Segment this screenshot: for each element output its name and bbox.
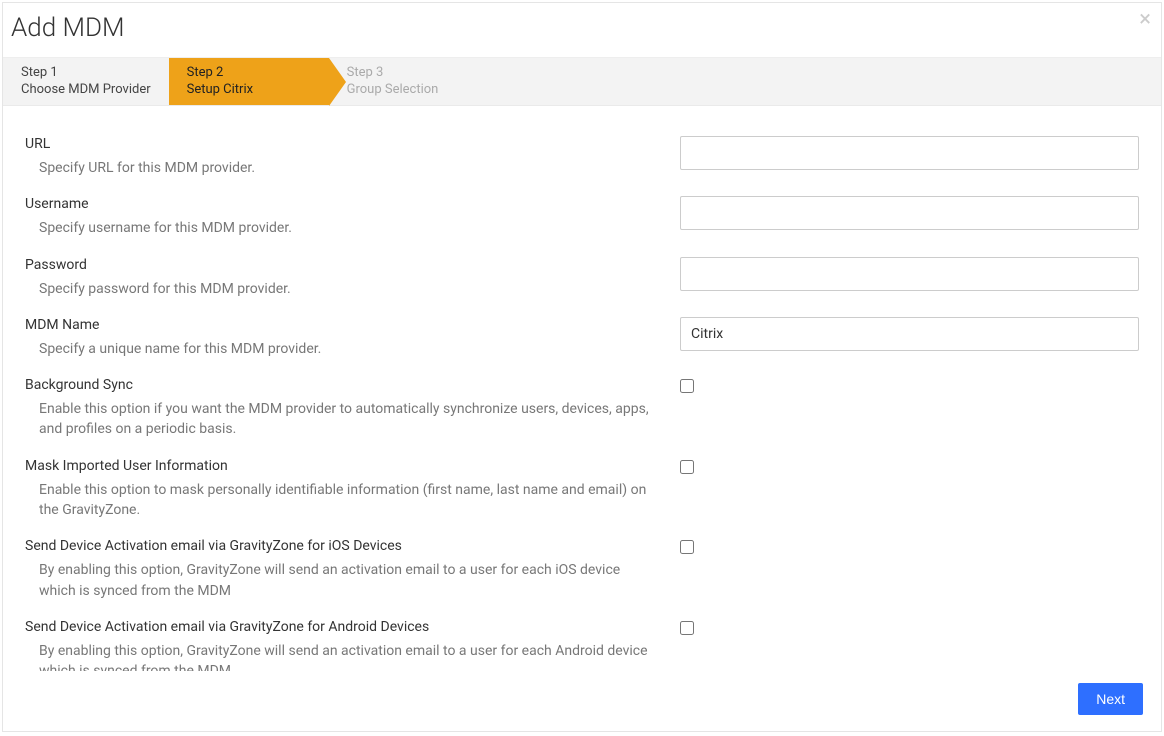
mask-user-checkbox[interactable] (680, 460, 694, 474)
label-activation-android: Send Device Activation email via Gravity… (25, 619, 660, 635)
modal-title: Add MDM (11, 13, 1147, 43)
row-mdm-name: MDM Name Specify a unique name for this … (25, 317, 1139, 359)
close-icon[interactable]: × (1139, 9, 1151, 31)
label-username: Username (25, 196, 660, 212)
desc-mdm-name: Specify a unique name for this MDM provi… (25, 339, 660, 359)
label-mask-user: Mask Imported User Information (25, 458, 660, 474)
mdm-name-input[interactable] (680, 317, 1139, 351)
add-mdm-modal: Add MDM × Step 1 Choose MDM Provider Ste… (2, 2, 1162, 732)
desc-password: Specify password for this MDM provider. (25, 279, 660, 299)
step-number: Step 2 (187, 65, 311, 81)
next-button[interactable]: Next (1078, 683, 1143, 715)
label-url: URL (25, 136, 660, 152)
desc-mask-user: Enable this option to mask personally id… (25, 480, 660, 521)
row-mask-user: Mask Imported User Information Enable th… (25, 458, 1139, 521)
step-group-selection[interactable]: Step 3 Group Selection (329, 58, 489, 105)
desc-url: Specify URL for this MDM provider. (25, 158, 660, 178)
row-activation-ios: Send Device Activation email via Gravity… (25, 538, 1139, 601)
activation-android-checkbox[interactable] (680, 621, 694, 635)
modal-header: Add MDM × (3, 3, 1161, 58)
password-input[interactable] (680, 257, 1139, 291)
step-setup-citrix[interactable]: Step 2 Setup Citrix (169, 58, 329, 105)
step-number: Step 3 (347, 65, 471, 81)
label-background-sync: Background Sync (25, 377, 660, 393)
step-label: Setup Citrix (187, 82, 311, 98)
wizard-stepper: Step 1 Choose MDM Provider Step 2 Setup … (3, 58, 1161, 106)
row-background-sync: Background Sync Enable this option if yo… (25, 377, 1139, 440)
label-mdm-name: MDM Name (25, 317, 660, 333)
row-activation-android: Send Device Activation email via Gravity… (25, 619, 1139, 671)
row-username: Username Specify username for this MDM p… (25, 196, 1139, 238)
row-password: Password Specify password for this MDM p… (25, 257, 1139, 299)
activation-ios-checkbox[interactable] (680, 540, 694, 554)
step-label: Choose MDM Provider (21, 82, 151, 98)
label-password: Password (25, 257, 660, 273)
background-sync-checkbox[interactable] (680, 379, 694, 393)
url-input[interactable] (680, 136, 1139, 170)
step-choose-provider[interactable]: Step 1 Choose MDM Provider (3, 58, 169, 105)
modal-footer: Next (3, 671, 1161, 731)
desc-username: Specify username for this MDM provider. (25, 218, 660, 238)
username-input[interactable] (680, 196, 1139, 230)
desc-activation-ios: By enabling this option, GravityZone wil… (25, 560, 660, 601)
desc-activation-android: By enabling this option, GravityZone wil… (25, 641, 660, 671)
desc-background-sync: Enable this option if you want the MDM p… (25, 399, 660, 440)
label-activation-ios: Send Device Activation email via Gravity… (25, 538, 660, 554)
form-body: URL Specify URL for this MDM provider. U… (3, 106, 1161, 671)
step-label: Group Selection (347, 82, 471, 98)
row-url: URL Specify URL for this MDM provider. (25, 136, 1139, 178)
step-number: Step 1 (21, 65, 151, 81)
